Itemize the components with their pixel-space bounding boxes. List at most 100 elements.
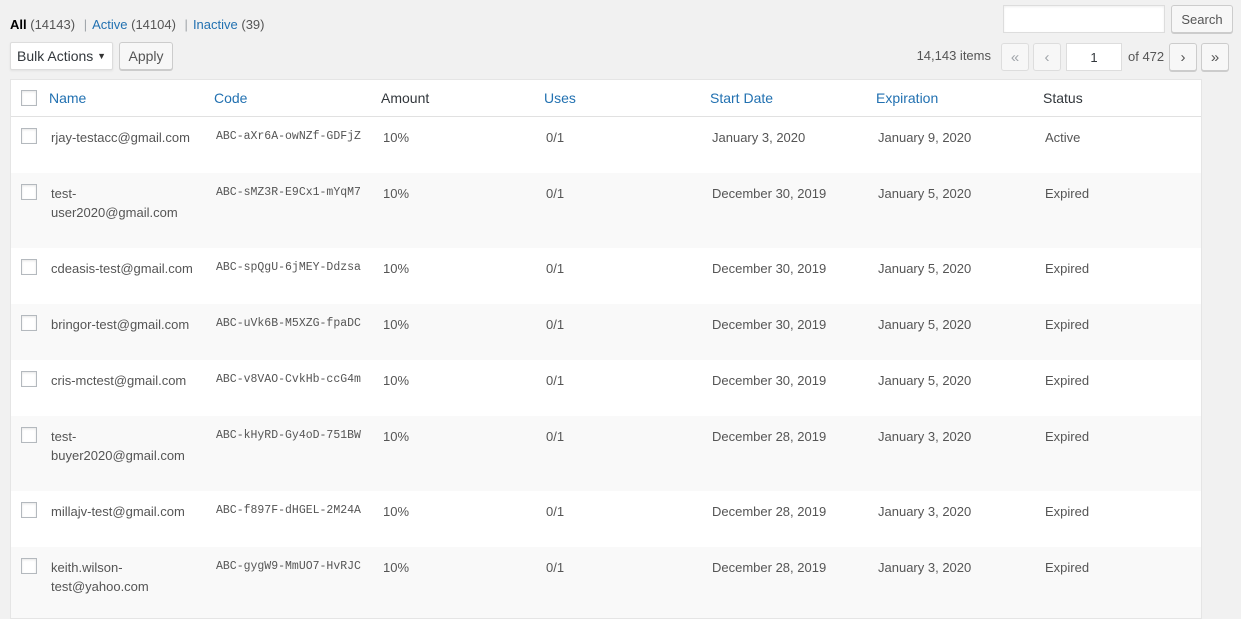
name-cell: rjay-testacc@gmail.com bbox=[49, 117, 214, 173]
code-cell: ABC-kHyRD-Gy4oD-751BW bbox=[214, 416, 381, 491]
row-select-cell bbox=[11, 248, 49, 304]
table-row: test-user2020@gmail.com ABC-sMZ3R-E9Cx1-… bbox=[11, 173, 1201, 248]
items-count: 14,143 items bbox=[917, 48, 991, 63]
uses-cell: 0/1 bbox=[544, 173, 710, 248]
uses-cell: 0/1 bbox=[544, 117, 710, 173]
row-select-cell bbox=[11, 547, 49, 619]
status-cell: Expired bbox=[1043, 416, 1201, 491]
expiration-cell: January 5, 2020 bbox=[876, 304, 1043, 360]
row-select-cell bbox=[11, 416, 49, 491]
name-cell: keith.wilson-test@yahoo.com bbox=[49, 547, 214, 619]
table-row: millajv-test@gmail.com ABC-f897F-dHGEL-2… bbox=[11, 491, 1201, 547]
name-cell: bringor-test@gmail.com bbox=[49, 304, 214, 360]
expiration-cell: January 3, 2020 bbox=[876, 416, 1043, 491]
expiration-cell: January 9, 2020 bbox=[876, 117, 1043, 173]
status-cell: Expired bbox=[1043, 173, 1201, 248]
header-amount-label: Amount bbox=[381, 90, 429, 106]
header-start-date[interactable]: Start Date bbox=[710, 80, 876, 117]
status-cell: Expired bbox=[1043, 360, 1201, 416]
first-page-button[interactable]: « bbox=[1001, 43, 1029, 71]
table-row: cdeasis-test@gmail.com ABC-spQgU-6jMEY-D… bbox=[11, 248, 1201, 304]
table-header-row: Name Code Amount Uses Start Date Expirat… bbox=[11, 80, 1201, 117]
code-cell: ABC-f897F-dHGEL-2M24A bbox=[214, 491, 381, 547]
name-cell: test-user2020@gmail.com bbox=[49, 173, 214, 248]
row-checkbox[interactable] bbox=[21, 558, 37, 574]
current-page-input[interactable] bbox=[1066, 43, 1122, 71]
start-date-cell: December 30, 2019 bbox=[710, 248, 876, 304]
code-cell: ABC-aXr6A-owNZf-GDFjZ bbox=[214, 117, 381, 173]
code-cell: ABC-gygW9-MmUO7-HvRJC bbox=[214, 547, 381, 619]
amount-cell: 10% bbox=[381, 173, 544, 248]
last-page-button[interactable]: » bbox=[1201, 43, 1229, 71]
start-date-cell: December 28, 2019 bbox=[710, 491, 876, 547]
row-select-cell bbox=[11, 360, 49, 416]
row-select-cell bbox=[11, 491, 49, 547]
name-cell: millajv-test@gmail.com bbox=[49, 491, 214, 547]
row-checkbox[interactable] bbox=[21, 259, 37, 275]
header-code[interactable]: Code bbox=[214, 80, 381, 117]
next-page-button[interactable]: › bbox=[1169, 43, 1197, 71]
header-uses[interactable]: Uses bbox=[544, 80, 710, 117]
uses-cell: 0/1 bbox=[544, 416, 710, 491]
header-start-date-label[interactable]: Start Date bbox=[710, 90, 773, 106]
row-checkbox[interactable] bbox=[21, 184, 37, 200]
amount-cell: 10% bbox=[381, 360, 544, 416]
filter-active-count: (14104) bbox=[131, 17, 176, 32]
row-checkbox[interactable] bbox=[21, 427, 37, 443]
row-select-cell bbox=[11, 173, 49, 248]
uses-cell: 0/1 bbox=[544, 491, 710, 547]
row-checkbox[interactable] bbox=[21, 502, 37, 518]
status-cell: Expired bbox=[1043, 248, 1201, 304]
expiration-cell: January 5, 2020 bbox=[876, 360, 1043, 416]
uses-cell: 0/1 bbox=[544, 547, 710, 619]
row-checkbox[interactable] bbox=[21, 315, 37, 331]
header-amount: Amount bbox=[381, 80, 544, 117]
header-name-label[interactable]: Name bbox=[49, 90, 86, 106]
header-code-label[interactable]: Code bbox=[214, 90, 247, 106]
row-checkbox[interactable] bbox=[21, 371, 37, 387]
pagination: 14,143 items « ‹ of 472 › » bbox=[0, 43, 1241, 71]
amount-cell: 10% bbox=[381, 117, 544, 173]
header-uses-label[interactable]: Uses bbox=[544, 90, 576, 106]
code-cell: ABC-spQgU-6jMEY-Ddzsa bbox=[214, 248, 381, 304]
uses-cell: 0/1 bbox=[544, 360, 710, 416]
expiration-cell: January 3, 2020 bbox=[876, 491, 1043, 547]
filter-inactive-link[interactable]: Inactive bbox=[193, 17, 238, 32]
header-status: Status bbox=[1043, 80, 1201, 117]
filter-inactive-count: (39) bbox=[241, 17, 264, 32]
table-row: test-buyer2020@gmail.com ABC-kHyRD-Gy4oD… bbox=[11, 416, 1201, 491]
header-name[interactable]: Name bbox=[49, 80, 214, 117]
start-date-cell: December 30, 2019 bbox=[710, 304, 876, 360]
header-expiration[interactable]: Expiration bbox=[876, 80, 1043, 117]
search-button[interactable]: Search bbox=[1171, 5, 1233, 33]
row-select-cell bbox=[11, 304, 49, 360]
total-pages: of 472 bbox=[1128, 49, 1164, 64]
amount-cell: 10% bbox=[381, 248, 544, 304]
amount-cell: 10% bbox=[381, 416, 544, 491]
start-date-cell: December 28, 2019 bbox=[710, 416, 876, 491]
row-select-cell bbox=[11, 117, 49, 173]
status-cell: Active bbox=[1043, 117, 1201, 173]
amount-cell: 10% bbox=[381, 304, 544, 360]
coupons-table: Name Code Amount Uses Start Date Expirat… bbox=[10, 79, 1202, 619]
previous-page-button[interactable]: ‹ bbox=[1033, 43, 1061, 71]
expiration-cell: January 5, 2020 bbox=[876, 248, 1043, 304]
table-row: keith.wilson-test@yahoo.com ABC-gygW9-Mm… bbox=[11, 547, 1201, 619]
status-cell: Expired bbox=[1043, 491, 1201, 547]
expiration-cell: January 3, 2020 bbox=[876, 547, 1043, 619]
header-status-label: Status bbox=[1043, 90, 1083, 106]
table-row: bringor-test@gmail.com ABC-uVk6B-M5XZG-f… bbox=[11, 304, 1201, 360]
uses-cell: 0/1 bbox=[544, 304, 710, 360]
header-expiration-label[interactable]: Expiration bbox=[876, 90, 938, 106]
filter-all-label[interactable]: All bbox=[10, 17, 27, 32]
name-cell: cdeasis-test@gmail.com bbox=[49, 248, 214, 304]
start-date-cell: December 28, 2019 bbox=[710, 547, 876, 619]
table-row: rjay-testacc@gmail.com ABC-aXr6A-owNZf-G… bbox=[11, 117, 1201, 173]
uses-cell: 0/1 bbox=[544, 248, 710, 304]
name-cell: cris-mctest@gmail.com bbox=[49, 360, 214, 416]
select-all-checkbox[interactable] bbox=[21, 90, 37, 106]
filter-active-link[interactable]: Active bbox=[92, 17, 127, 32]
row-checkbox[interactable] bbox=[21, 128, 37, 144]
search-input[interactable] bbox=[1003, 5, 1165, 33]
start-date-cell: December 30, 2019 bbox=[710, 173, 876, 248]
